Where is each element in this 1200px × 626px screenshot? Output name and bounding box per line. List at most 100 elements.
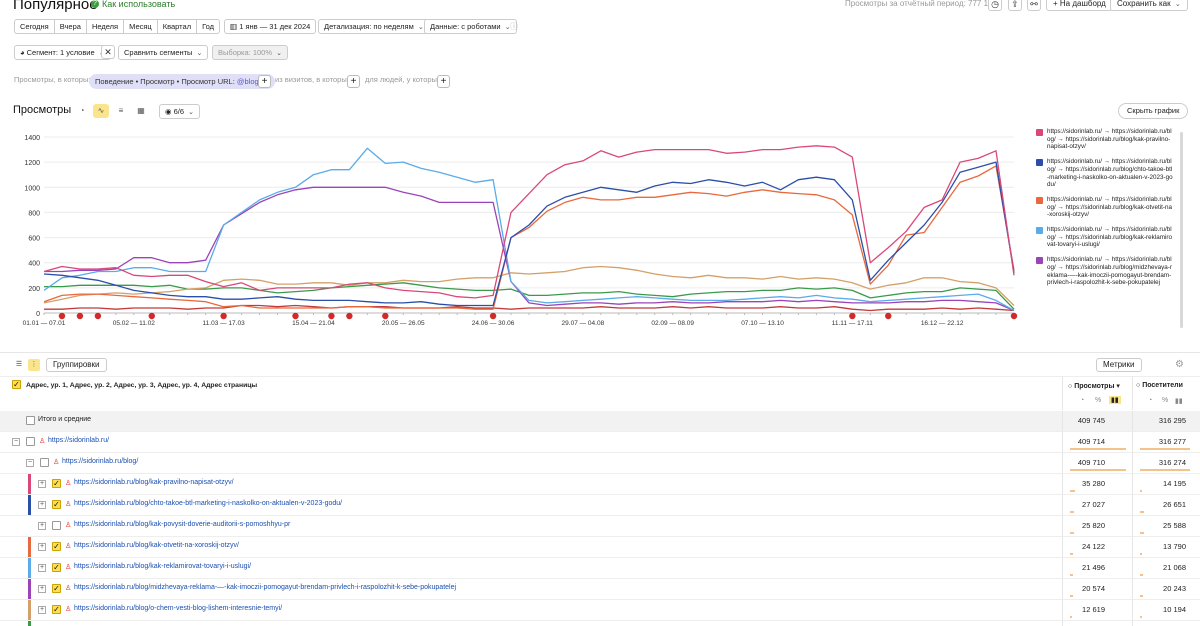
row-link[interactable]: https://sidorinlab.ru/blog/o-chem-vesti-… — [74, 605, 282, 612]
y-tick-label: 400 — [28, 261, 40, 268]
legend-label: https://sidorinlab.ru/ → https://sidorin… — [1047, 195, 1172, 219]
detail-select[interactable]: Детализация: по неделям ⌄ — [318, 19, 430, 34]
period-week[interactable]: Неделя — [85, 19, 125, 34]
gear-icon[interactable]: ⚙ — [1175, 359, 1184, 370]
row-link[interactable]: https://sidorinlab.ru/blog/ — [62, 458, 138, 465]
history-icon[interactable]: ◷ — [988, 0, 1002, 11]
table-row[interactable]: +✓♙9 547 — [0, 621, 1200, 626]
legend-item[interactable]: https://sidorinlab.ru/ → https://sidorin… — [1036, 158, 1176, 189]
metric-pie-icon[interactable]: ◔ — [1080, 397, 1084, 404]
stacked-area-icon[interactable]: ≡ — [113, 104, 129, 118]
table-row[interactable]: + ♙ https://sidorinlab.ru/blog/kak-povysit… — [0, 516, 1200, 537]
row-checkbox[interactable]: ✓ — [52, 500, 61, 509]
column-divider — [1132, 600, 1133, 620]
metrics-button[interactable]: Метрики — [1096, 358, 1142, 372]
filter-chip[interactable]: Поведение • Просмотр • Просмотр URL: @bl… — [89, 74, 276, 89]
clear-segment-icon[interactable]: ✕ — [101, 45, 115, 59]
row-checkbox[interactable]: ✓ — [52, 563, 61, 572]
share-icon[interactable]: ⚯ — [1027, 0, 1041, 11]
period-today[interactable]: Сегодня — [14, 19, 55, 34]
chevron-down-icon: ⌄ — [276, 50, 282, 57]
tree-view-icon[interactable]: ⋮ — [28, 359, 40, 371]
row-link[interactable]: https://sidorinlab.ru/blog/chto-takoe-bt… — [74, 500, 342, 507]
save-as-button[interactable]: Сохранить как ⌄ — [1110, 0, 1188, 11]
metric-pie-icon[interactable]: ◔ — [1148, 397, 1152, 404]
groupings-button[interactable]: Группировки — [46, 358, 107, 372]
date-range-picker[interactable]: ▥ 1 янв — 31 дек 2024 — [224, 19, 317, 34]
row-checkbox[interactable] — [40, 458, 49, 467]
row-link[interactable]: https://sidorinlab.ru/blog/kak-povysit-d… — [74, 521, 290, 528]
expand-icon[interactable]: + — [38, 564, 46, 572]
row-link[interactable]: https://sidorinlab.ru/blog/kak-otvetit-n… — [74, 542, 239, 549]
data-select[interactable]: Данные: с роботами ⌄ — [424, 19, 517, 34]
period-yesterday[interactable]: Вчера — [53, 19, 87, 34]
expand-icon[interactable]: + — [38, 480, 46, 488]
y-tick-label: 1400 — [24, 135, 40, 142]
compare-segments-button[interactable]: Сравнить сегменты ⌄ — [118, 45, 209, 60]
collapse-icon[interactable]: − — [12, 438, 20, 446]
y-tick-label: 800 — [28, 210, 40, 217]
expand-icon[interactable]: + — [38, 543, 46, 551]
series-count-select[interactable]: ◉ 6/6 ⌄ — [159, 104, 201, 119]
period-quarter[interactable]: Квартал — [156, 19, 198, 34]
lock-icon: ♙ — [53, 459, 60, 466]
collapse-icon[interactable]: − — [26, 459, 34, 467]
row-checkbox[interactable] — [26, 416, 35, 425]
row-link[interactable]: https://sidorinlab.ru/blog/kak-reklamiro… — [74, 563, 251, 570]
segment-button[interactable]: ◕ Сегмент: 1 условие ⌄ — [14, 45, 111, 60]
legend-scrollbar[interactable] — [1180, 132, 1183, 328]
pie-chart-icon[interactable]: ◔ — [74, 104, 90, 118]
period-month[interactable]: Месяц — [123, 19, 158, 34]
legend-item[interactable]: https://sidorinlab.ru/ → https://sidorin… — [1036, 226, 1176, 249]
expand-icon[interactable]: + — [38, 501, 46, 509]
add-filter-icon[interactable]: + — [258, 75, 271, 88]
column-header-views[interactable]: ○ Просмотры ▾ — [1068, 382, 1120, 390]
row-checkbox[interactable]: ✓ — [52, 542, 61, 551]
legend-item[interactable]: https://sidorinlab.ru/ → https://sidorin… — [1036, 256, 1176, 287]
period-year[interactable]: Год — [196, 19, 221, 34]
table-row[interactable]: + ✓ ♙ https://sidorinlab.ru/blog/kak-pravil… — [0, 474, 1200, 495]
table-row[interactable]: − ♙ https://sidorinlab.ru/blog/409 710 316 … — [0, 453, 1200, 474]
row-checkbox[interactable] — [52, 521, 61, 530]
table-row[interactable]: + ✓ ♙ https://sidorinlab.ru/blog/o-chem-ves… — [0, 600, 1200, 621]
add-people-filter-icon[interactable]: + — [437, 75, 450, 88]
info-icon[interactable]: ⓘ — [510, 21, 518, 32]
row-checkbox[interactable] — [26, 437, 35, 446]
row-checkbox[interactable]: ✓ — [52, 584, 61, 593]
metric-percent-icon[interactable]: % — [1162, 397, 1168, 404]
bar-chart-icon[interactable]: ▦ — [133, 104, 149, 118]
row-link[interactable]: https://sidorinlab.ru/ — [48, 437, 109, 444]
sample-button[interactable]: Выборка: 100% ⌄ — [212, 45, 288, 60]
legend-item[interactable]: https://sidorinlab.ru/ → https://sidorin… — [1036, 196, 1176, 219]
legend-item[interactable]: https://sidorinlab.ru/ → https://sidorin… — [1036, 128, 1176, 151]
legend-label: https://sidorinlab.ru/ → https://sidorin… — [1047, 128, 1172, 151]
table-row[interactable]: + ✓ ♙ https://sidorinlab.ru/blog/kak-reklam… — [0, 558, 1200, 579]
views-value: 409 714 — [1077, 437, 1105, 446]
y-tick-label: 1000 — [24, 185, 40, 192]
table-row[interactable]: − ♙ https://sidorinlab.ru/409 714 316 277 — [0, 432, 1200, 453]
table-row[interactable]: + ✓ ♙ https://sidorinlab.ru/blog/kak-otveti… — [0, 537, 1200, 558]
flat-view-icon[interactable]: ☰ — [13, 359, 25, 371]
hide-chart-button[interactable]: Скрыть график — [1118, 103, 1189, 119]
row-checkbox[interactable]: ✓ — [52, 605, 61, 614]
metric-bar-icon[interactable]: ▮▮ — [1109, 396, 1121, 404]
row-link[interactable]: https://sidorinlab.ru/blog/midzhevaya-re… — [74, 584, 456, 591]
metric-bar-icon[interactable]: ▮▮ — [1175, 397, 1183, 405]
x-tick-label: 02.09 — 08.09 — [651, 320, 694, 327]
add-visits-filter-icon[interactable]: + — [347, 75, 360, 88]
totals-row[interactable]: Итого и средние 409 745 316 295 — [0, 411, 1200, 432]
expand-icon[interactable]: + — [38, 522, 46, 530]
row-checkbox[interactable]: ✓ — [52, 479, 61, 488]
expand-icon[interactable]: + — [38, 585, 46, 593]
table-row[interactable]: + ✓ ♙ https://sidorinlab.ru/blog/midzhevaya… — [0, 579, 1200, 600]
expand-icon[interactable]: + — [38, 606, 46, 614]
table-row[interactable]: + ✓ ♙ https://sidorinlab.ru/blog/chto-takoe… — [0, 495, 1200, 516]
line-chart-icon[interactable]: ∿ — [93, 104, 109, 118]
metric-percent-icon[interactable]: % — [1095, 397, 1101, 404]
add-to-dashboard-button[interactable]: + На дашборд — [1046, 0, 1113, 11]
select-all-checkbox[interactable]: ✓ — [12, 380, 21, 389]
column-header-visitors[interactable]: ○ Посетители — [1136, 382, 1183, 389]
export-icon[interactable]: ⇪ — [1008, 0, 1022, 11]
how-to-use-link[interactable]: ? Как использовать — [91, 0, 175, 9]
row-link[interactable]: https://sidorinlab.ru/blog/kak-pravilno-… — [74, 479, 234, 486]
